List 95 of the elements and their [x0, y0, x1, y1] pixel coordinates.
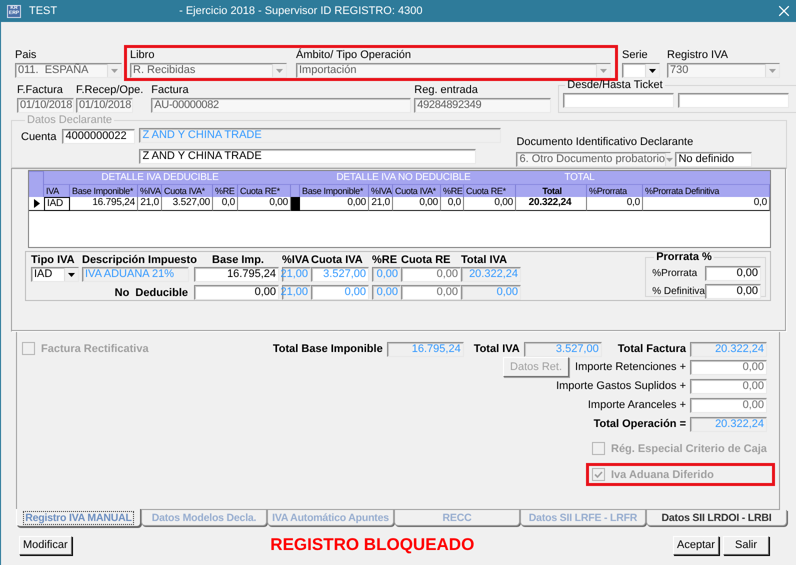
- table-cell: 21,0: [369, 197, 393, 211]
- table-cell: 0,0: [643, 197, 770, 211]
- dropdown[interactable]: IAD: [31, 267, 79, 282]
- input-field[interactable]: 0,00: [194, 285, 279, 300]
- column-header: Base Imponible*: [300, 184, 369, 197]
- input-field[interactable]: 0,00: [705, 266, 761, 281]
- group-title: Prorrata %: [655, 251, 713, 263]
- input-field[interactable]: 0,00: [401, 285, 461, 300]
- table-cell: 16.795,24: [70, 197, 138, 211]
- column-header: %Prorrata Definitiva: [643, 184, 770, 197]
- field-label: Ámbito/ Tipo Operación: [296, 49, 412, 62]
- column-header: Total IVA: [461, 254, 508, 267]
- accept-button[interactable]: Aceptar: [673, 536, 719, 554]
- column-header: Cuota RE: [401, 254, 452, 267]
- field-label: Pais: [15, 49, 38, 62]
- field-label: Total Operación =: [594, 418, 686, 430]
- column-header: IVA: [44, 184, 70, 197]
- column-header: %RE: [372, 254, 398, 267]
- close-icon[interactable]: [779, 6, 789, 16]
- column-header: %Prorrata: [587, 184, 643, 197]
- column-header: %RE: [441, 184, 464, 197]
- field-label: Total Factura: [618, 342, 686, 356]
- field-label: Libro: [130, 49, 156, 62]
- caret-icon: [649, 68, 656, 72]
- table-cell: IAD: [44, 197, 70, 211]
- input-field[interactable]: 0,00: [311, 285, 369, 300]
- column-header: Cuota IVA: [311, 254, 364, 267]
- group-title: Datos Declarante: [26, 114, 113, 126]
- table-cell: 3.527,00: [162, 197, 213, 211]
- column-header: Total: [516, 184, 587, 197]
- column-group-header: DETALLE IVA NO DEDUCIBLE: [291, 171, 516, 184]
- table-cell: 0,00: [238, 197, 291, 211]
- column-header: %IVA: [282, 254, 310, 267]
- app-name: TEST: [29, 5, 58, 17]
- column-header: Cuota IVA*: [162, 184, 213, 197]
- field-label: Total Base Imponible: [272, 342, 383, 356]
- table-cell: 0,00: [393, 197, 441, 211]
- field-label: Total IVA: [474, 342, 520, 356]
- field-label: F.Recep/Ope.: [76, 84, 144, 97]
- table-cell: 0,0: [213, 197, 238, 211]
- window-title: - Ejercicio 2018 - Supervisor ID REGISTRO: 4300: [179, 5, 424, 17]
- caret-icon: [276, 68, 283, 72]
- caret-icon: [666, 158, 674, 162]
- modify-button[interactable]: Modificar: [19, 536, 72, 554]
- input-field[interactable]: 0,00: [705, 284, 761, 299]
- column-header: %IVA: [369, 184, 393, 197]
- input-field[interactable]: [678, 93, 790, 108]
- table-cell: 0,0: [441, 197, 464, 211]
- column-header: Base Imponible*: [70, 184, 138, 197]
- column-header: Descripción Impuesto: [82, 254, 194, 267]
- field-label: Cuenta: [21, 131, 56, 144]
- field-label: Importe Aranceles +: [588, 398, 686, 412]
- row-label: No Deducible: [114, 286, 189, 301]
- input-field[interactable]: 0,00: [690, 378, 767, 394]
- caret-icon: [68, 272, 75, 276]
- field-label: Importe Retenciones +: [575, 360, 686, 374]
- input-field[interactable]: 16.795,24: [194, 267, 279, 282]
- field-label: F.Factura: [17, 84, 64, 97]
- input-field[interactable]: 0,00: [690, 398, 767, 412]
- input-field[interactable]: 0,00: [690, 360, 767, 374]
- separator-cell: [291, 197, 300, 211]
- table-cell: 21,0: [138, 197, 162, 211]
- input-field[interactable]: 3.527,00: [311, 267, 369, 282]
- field-label: Registro IVA: [667, 49, 729, 62]
- field-label: Reg. entrada: [414, 84, 479, 97]
- status-message: REGISTRO BLOQUEADO: [269, 535, 476, 555]
- column-group-header: TOTAL: [516, 171, 643, 184]
- field-label: % Definitiva: [652, 285, 705, 298]
- column-header: Cuota RE*: [464, 184, 516, 197]
- tab[interactable]: Datos SII LRDOI - LRBI: [646, 510, 787, 526]
- exit-button[interactable]: Salir: [723, 536, 769, 554]
- table-cell: 0,0: [587, 197, 643, 211]
- table-cell: 20.322,24: [516, 197, 587, 211]
- column-header: Tipo IVA: [31, 254, 76, 267]
- field-label: Documento Identificativo Declarante: [516, 136, 694, 149]
- input-field[interactable]: 0,00: [401, 267, 461, 282]
- caret-icon: [769, 68, 776, 72]
- input-field[interactable]: [563, 93, 674, 108]
- field-label: %Prorrata: [652, 267, 698, 280]
- group-title: Desde/Hasta Ticket: [566, 79, 664, 91]
- dropdown[interactable]: [622, 63, 660, 78]
- field-label: Serie: [622, 49, 649, 62]
- table-cell: 0,00: [300, 197, 369, 211]
- caret-icon: [111, 68, 118, 72]
- column-header: %IVA: [138, 184, 162, 197]
- field-label: Factura: [151, 84, 190, 97]
- column-header: Cuota RE*: [238, 184, 291, 197]
- column-header: Base Imp.: [211, 254, 265, 267]
- column-header: Cuota IVA*: [393, 184, 441, 197]
- empty-header-cell: [29, 171, 44, 197]
- table-cell: 0,00: [464, 197, 516, 211]
- column-header: %RE: [213, 184, 238, 197]
- tab[interactable]: Registro IVA MANUAL: [16, 509, 141, 527]
- caret-icon: [600, 68, 607, 72]
- field-label: Importe Gastos Suplidos +: [556, 380, 686, 392]
